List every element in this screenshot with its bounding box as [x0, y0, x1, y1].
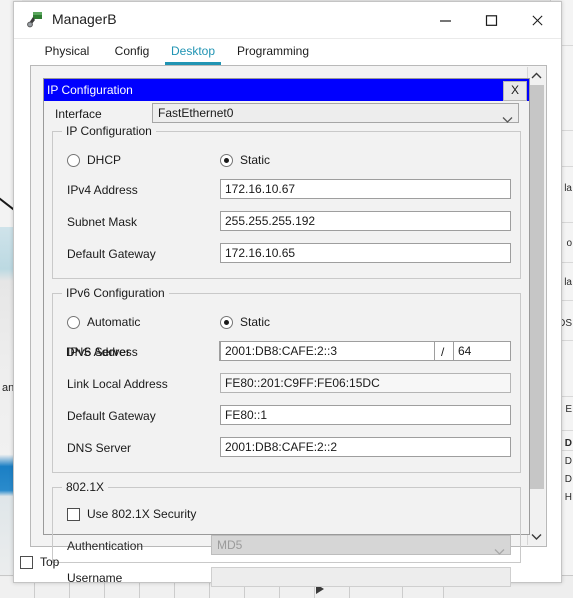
ipv6-address-input[interactable]: 2001:DB8:CAFE:2::3	[220, 341, 435, 361]
maximize-button[interactable]	[470, 2, 515, 37]
ip-configuration-dialog: IP Configuration X Interface FastEtherne…	[43, 78, 530, 587]
window-titlebar: ManagerB	[14, 2, 561, 39]
ip-config-body: Interface FastEthernet0 IP Configuration…	[44, 101, 529, 587]
prefix-separator: /	[441, 345, 445, 359]
scrollbar-thumb[interactable]	[529, 85, 544, 489]
interface-select-value: FastEthernet0	[158, 106, 234, 120]
ipv6-prefix-length-input[interactable]: 64	[453, 341, 511, 361]
tab-bar: Physical Config Desktop Programming	[30, 39, 545, 65]
minimize-button[interactable]	[424, 2, 469, 37]
link-local-address-input[interactable]: FE80::201:C9FF:FE06:15DC	[220, 373, 511, 393]
ipv6-address-label: IPv6 Address	[67, 345, 138, 359]
ipv6-default-gateway-label: Default Gateway	[67, 409, 156, 423]
background-right-label: D	[564, 474, 572, 485]
manager-b-window: ManagerB Physical Config Desktop Program…	[13, 1, 562, 587]
ipv4-default-gateway-input[interactable]: 172.16.10.65	[220, 243, 511, 263]
ipv6-configuration-group: IPv6 Configuration Automatic Static IPv6…	[52, 286, 521, 473]
ip-config-title: IP Configuration	[47, 83, 133, 97]
background-right-label: E	[565, 404, 572, 415]
ipv6-group-legend: IPv6 Configuration	[62, 286, 169, 300]
interface-select[interactable]: FastEthernet0	[152, 103, 519, 123]
radio-static-ipv6-label: Static	[240, 315, 271, 329]
ipv4-configuration-group: IP Configuration DHCP Static IPv4 Addres…	[52, 124, 521, 279]
background-right-label: D	[564, 456, 572, 467]
subnet-mask-label: Subnet Mask	[67, 215, 138, 229]
radio-dhcp-indicator	[67, 154, 80, 167]
radio-dhcp-label: DHCP	[87, 153, 122, 167]
background-right-label: la	[564, 183, 572, 194]
window-title: ManagerB	[52, 11, 117, 27]
subnet-mask-input[interactable]: 255.255.255.192	[220, 211, 511, 231]
use-dot1x-security-box	[67, 508, 80, 521]
tab-config[interactable]: Config	[106, 39, 158, 65]
chevron-down-icon	[502, 110, 513, 129]
radio-static-ipv6-indicator	[220, 316, 233, 329]
radio-automatic-ipv6-label: Automatic	[87, 315, 141, 329]
tab-physical[interactable]: Physical	[38, 39, 96, 65]
top-checkbox-label: Top	[40, 555, 60, 569]
dot1x-group-legend: 802.1X	[62, 480, 109, 494]
radio-static-ipv4-label: Static	[240, 153, 271, 167]
ipv4-default-gateway-label: Default Gateway	[67, 247, 156, 261]
radio-static-ipv4-indicator	[220, 154, 233, 167]
username-label: Username	[67, 571, 123, 585]
tab-desktop[interactable]: Desktop	[162, 39, 224, 65]
desktop-panel: IP Configuration X Interface FastEtherne…	[30, 65, 547, 587]
authentication-select[interactable]: MD5	[211, 535, 511, 555]
close-button[interactable]	[516, 2, 561, 37]
background-right-label: D	[564, 438, 572, 449]
authentication-select-value: MD5	[217, 538, 243, 552]
ipv4-address-input[interactable]: 172.16.10.67	[220, 179, 511, 199]
scroll-up-arrow-icon[interactable]	[528, 67, 545, 84]
ipv6-dns-server-input[interactable]: 2001:DB8:CAFE:2::2	[220, 437, 511, 457]
top-checkbox-box	[20, 556, 33, 569]
use-dot1x-security-label: Use 802.1X Security	[87, 507, 197, 521]
background-right-label: H	[564, 492, 572, 503]
device-icon	[27, 11, 45, 29]
ipv4-group-legend: IP Configuration	[62, 124, 156, 138]
username-input[interactable]	[211, 567, 511, 587]
interface-label: Interface	[55, 107, 102, 121]
ip-config-close-button[interactable]: X	[503, 81, 527, 101]
chevron-down-icon	[494, 542, 505, 561]
ip-config-titlebar: IP Configuration X	[44, 79, 529, 101]
authentication-label: Authentication	[67, 539, 144, 553]
dot1x-group: 802.1X Use 802.1X Security Authenticatio…	[52, 480, 521, 587]
radio-automatic-ipv6-indicator	[67, 316, 80, 329]
ipv6-dns-server-label: DNS Server	[67, 441, 132, 455]
scroll-down-arrow-icon[interactable]	[528, 528, 545, 545]
link-local-address-label: Link Local Address	[67, 377, 168, 391]
background-right-label: la	[564, 277, 572, 288]
tab-programming[interactable]: Programming	[228, 39, 318, 65]
ipv4-address-label: IPv4 Address	[67, 183, 138, 197]
background-right-label: o	[566, 238, 572, 249]
ipv6-default-gateway-input[interactable]: FE80::1	[220, 405, 511, 425]
